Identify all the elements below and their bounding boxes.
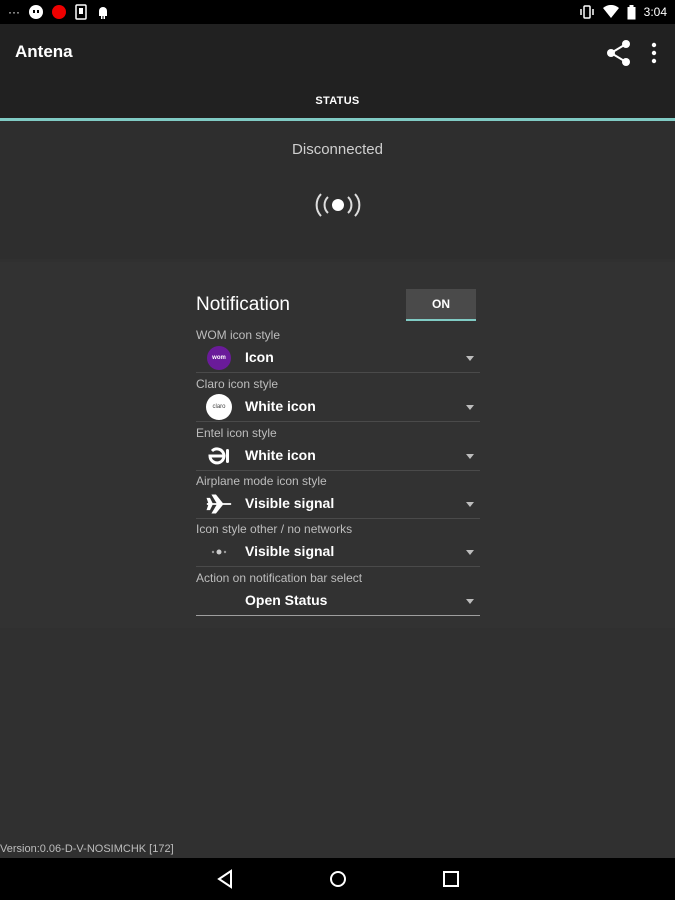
antenna-signal-icon xyxy=(315,193,361,217)
status-clock: 3:04 xyxy=(643,5,667,19)
wom-icon-style-select[interactable]: wom Icon xyxy=(196,343,480,373)
chevron-down-icon xyxy=(466,454,474,459)
chevron-down-icon xyxy=(466,502,474,507)
wom-icon-style-value: Icon xyxy=(245,349,274,365)
airplane-icon xyxy=(206,492,232,516)
other-icon-style-value: Visible signal xyxy=(245,543,335,559)
claro-icon-style-select[interactable]: claro White icon xyxy=(196,392,480,422)
battery-icon xyxy=(627,4,636,19)
android-icon xyxy=(99,7,107,19)
connection-status: Disconnected xyxy=(292,141,383,158)
status-panel: Disconnected xyxy=(0,121,675,259)
action-on-select-select[interactable]: Open Status xyxy=(196,586,480,616)
more-notifications-icon: ··· xyxy=(8,5,20,19)
more-options-icon[interactable] xyxy=(646,40,662,66)
status-bar-system-icons: 3:04 xyxy=(579,4,667,20)
entel-icon-style-label: Entel icon style xyxy=(196,426,277,440)
chevron-down-icon xyxy=(466,550,474,555)
claro-icon-style-label: Claro icon style xyxy=(196,377,279,391)
version-label: Version:0.06-D-V-NOSIMCHK [172] xyxy=(0,843,174,855)
chevron-down-icon xyxy=(466,356,474,361)
system-status-bar: ··· 3:04 xyxy=(0,0,675,24)
entel-icon-style-value: White icon xyxy=(245,447,316,463)
chevron-down-icon xyxy=(466,405,474,410)
other-icon-style-label: Icon style other / no networks xyxy=(196,522,353,536)
action-on-select-label: Action on notification bar select xyxy=(196,571,363,585)
wom-icon-style-label: WOM icon style xyxy=(196,328,281,342)
home-icon[interactable] xyxy=(327,868,349,890)
airplane-icon-style-value: Visible signal xyxy=(245,495,335,511)
action-on-select-value: Open Status xyxy=(245,592,328,608)
record-icon xyxy=(52,5,66,19)
wom-logo-icon: wom xyxy=(206,346,232,370)
notification-title: Notification xyxy=(196,294,290,315)
claro-icon-style-value: White icon xyxy=(245,398,316,414)
status-bar-notifications: ··· xyxy=(8,4,110,20)
phone-notification-icon xyxy=(75,4,87,20)
recent-apps-icon[interactable] xyxy=(440,868,462,890)
claro-logo-icon: claro xyxy=(206,394,232,420)
share-icon[interactable] xyxy=(604,38,634,68)
app-bar: Antena STATUS xyxy=(0,24,675,120)
entel-icon-style-select[interactable]: White icon xyxy=(196,441,480,471)
other-icon-style-select[interactable]: Visible signal xyxy=(196,537,480,567)
airplane-icon-style-label: Airplane mode icon style xyxy=(196,474,327,488)
notification-toggle-button[interactable]: ON xyxy=(406,289,476,321)
notification-settings-panel: Notification ON WOM icon style wom Icon … xyxy=(0,262,675,628)
app-title: Antena xyxy=(15,42,73,61)
airplane-icon-style-select[interactable]: Visible signal xyxy=(196,489,480,519)
tab-status[interactable]: STATUS xyxy=(0,90,675,118)
chevron-down-icon xyxy=(466,599,474,604)
back-icon[interactable] xyxy=(214,868,236,890)
entel-logo-icon xyxy=(206,444,232,468)
no-network-icon xyxy=(206,540,232,564)
vibrate-icon xyxy=(579,5,594,19)
hangouts-icon xyxy=(29,5,43,19)
wifi-icon xyxy=(602,5,619,18)
navigation-bar xyxy=(0,858,675,900)
